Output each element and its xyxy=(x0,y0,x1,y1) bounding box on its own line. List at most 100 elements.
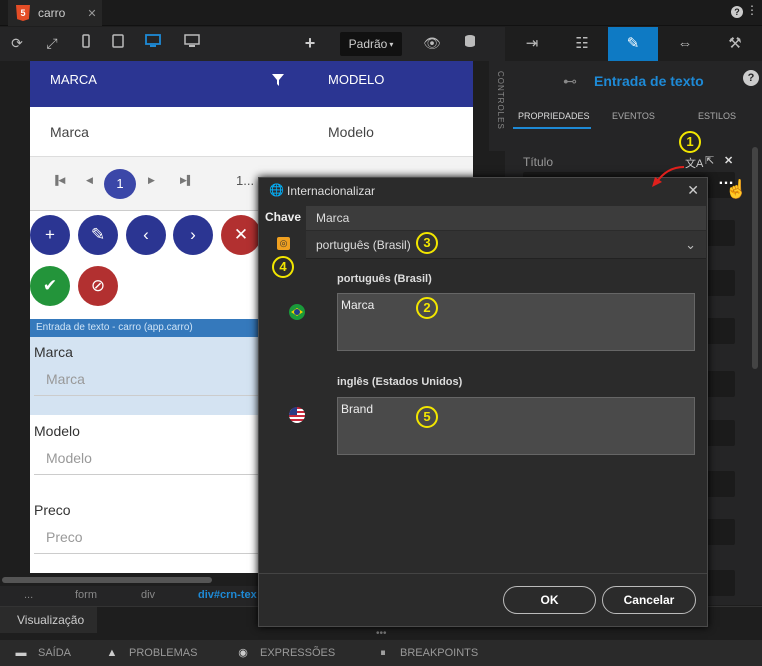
properties-subtabs: PROPRIEDADES EVENTOS ESTILOS xyxy=(505,107,762,129)
delete-button[interactable]: ✕ xyxy=(221,215,261,255)
vertical-scrollbar[interactable] xyxy=(752,147,758,369)
column-header-modelo[interactable]: MODELO xyxy=(328,72,384,87)
hand-cursor-icon: ☝ xyxy=(725,179,748,199)
tab-tree[interactable]: ☷ xyxy=(557,27,607,61)
translate-icon[interactable]: 文A xyxy=(685,155,703,171)
refresh-icon[interactable]: ⟳ xyxy=(7,33,27,53)
language-select[interactable]: português (Brasil) ⌄ xyxy=(306,231,706,259)
tab-import[interactable]: ⇥ xyxy=(507,27,557,61)
cancel-button[interactable]: ⊘ xyxy=(78,266,118,306)
tab-layout[interactable]: ⇔ xyxy=(660,27,710,61)
html5-icon: 5 xyxy=(16,5,30,21)
breadcrumb-item[interactable]: div xyxy=(141,589,155,601)
status-bar: ▬ SAÍDA ▲ PROBLEMAS ◉ EXPRESSÕES ⏸ BREAKPOIN… xyxy=(0,640,762,666)
status-problemas-label: PROBLEMAS xyxy=(129,647,198,659)
visibility-icon[interactable]: 👁 xyxy=(422,33,442,53)
next-page-icon[interactable]: ▶ xyxy=(148,175,155,186)
mobile-icon[interactable] xyxy=(76,33,96,53)
panel-tab-bar: ⇥ ☷ ✎ ⇔ ⚒ xyxy=(505,27,762,61)
controls-side-tab[interactable]: CONTROLES xyxy=(489,61,505,151)
editor-tab-bar: 5 carro ✕ ? ⋮ xyxy=(0,0,762,26)
translate-icon: 🌐 xyxy=(269,183,284,197)
lang-label-pt: português (Brasil) xyxy=(337,273,432,285)
tab-styles[interactable]: ESTILOS xyxy=(698,111,736,121)
prev-record-button[interactable]: ‹ xyxy=(126,215,166,255)
translation-textarea-pt[interactable]: Marca xyxy=(337,293,695,351)
database-icon[interactable] xyxy=(460,33,480,53)
breadcrumb-item[interactable]: form xyxy=(75,589,97,601)
ok-button[interactable]: OK xyxy=(503,586,596,614)
tab-edit[interactable]: ✎ xyxy=(608,27,658,61)
input-marca[interactable]: Marca xyxy=(46,371,85,387)
cancel-dialog-button[interactable]: Cancelar xyxy=(602,586,696,614)
fullscreen-icon[interactable]: ⤢ xyxy=(42,33,62,53)
monitor-icon[interactable] xyxy=(182,33,202,53)
chevron-down-icon: ▾ xyxy=(389,39,394,49)
prev-page-icon[interactable]: ◀ xyxy=(86,175,93,186)
status-problemas[interactable]: ▲ PROBLEMAS xyxy=(105,640,198,666)
help-icon[interactable]: ? xyxy=(731,6,743,18)
clear-icon[interactable]: ✕ xyxy=(724,154,733,167)
tablet-icon[interactable] xyxy=(108,33,128,53)
internationalize-dialog: 🌐 Internacionalizar ✕ Chave Marca ◎ port… xyxy=(258,177,708,627)
external-link-icon[interactable]: ⇱ xyxy=(705,154,714,167)
table-row[interactable]: Marca Modelo xyxy=(30,107,473,157)
status-breakpoints[interactable]: ⏸ BREAKPOINTS xyxy=(376,640,478,666)
page-number-button[interactable]: 1 xyxy=(104,169,136,199)
status-expressoes[interactable]: ◉ EXPRESSÕES xyxy=(236,640,335,666)
active-tab-indicator xyxy=(513,127,591,129)
last-page-icon[interactable]: ▶▌ xyxy=(180,175,193,186)
scrollbar-thumb[interactable] xyxy=(2,577,212,583)
first-page-icon[interactable]: ▐◀ xyxy=(52,175,65,186)
column-header-marca[interactable]: MARCA xyxy=(50,72,97,87)
callout-marker: 3 xyxy=(416,232,438,254)
callout-marker: 4 xyxy=(272,256,294,278)
field-label-modelo: Modelo xyxy=(34,423,80,439)
edit-button[interactable]: ✎ xyxy=(78,215,118,255)
tab-properties[interactable]: PROPRIEDADES xyxy=(518,111,590,121)
tab-tools[interactable]: ⚒ xyxy=(710,27,760,61)
tab-visualizacao-label: Visualização xyxy=(17,613,85,627)
input-preco[interactable]: Preco xyxy=(46,529,83,545)
language-icon[interactable]: ◎ xyxy=(277,237,290,250)
close-icon[interactable]: ✕ xyxy=(687,182,699,199)
close-tab-icon[interactable]: ✕ xyxy=(87,7,96,20)
component-title: Entrada de texto xyxy=(594,73,704,89)
brazil-flag-icon xyxy=(289,304,305,320)
status-breakpoints-label: BREAKPOINTS xyxy=(400,647,479,659)
page-size-select[interactable]: 1... xyxy=(236,173,254,188)
dialog-title-bar: 🌐 Internacionalizar ✕ xyxy=(259,178,707,204)
cell-marca: Marca xyxy=(50,124,89,140)
file-tab-carro[interactable]: 5 carro ✕ xyxy=(8,0,102,26)
usa-flag-icon xyxy=(289,407,305,423)
translation-textarea-en[interactable]: Brand xyxy=(337,397,695,455)
breadcrumb-item[interactable]: ... xyxy=(24,589,33,601)
add-button[interactable]: + xyxy=(30,215,70,255)
next-record-button[interactable]: › xyxy=(173,215,213,255)
key-label: Chave xyxy=(265,210,302,224)
red-arrow-icon xyxy=(652,166,685,187)
breadcrumb-item[interactable]: div#crn-tex xyxy=(198,589,257,601)
theme-dropdown[interactable]: Padrão ▾ xyxy=(340,32,402,56)
eye-icon: ◉ xyxy=(238,647,248,659)
filter-icon[interactable] xyxy=(272,74,284,89)
save-button[interactable]: ✔ xyxy=(30,266,70,306)
tab-events[interactable]: EVENTOS xyxy=(612,111,655,121)
chevron-down-icon: ⌄ xyxy=(685,237,696,252)
output-icon: ▬ xyxy=(15,647,27,659)
field-label-marca: Marca xyxy=(34,344,73,360)
theme-dropdown-label: Padrão xyxy=(348,37,388,51)
tab-visualizacao[interactable]: Visualização xyxy=(0,607,97,633)
key-input[interactable]: Marca xyxy=(306,206,706,230)
grid-header: MARCA MODELO xyxy=(30,61,473,107)
resize-handle-icon[interactable]: ••• xyxy=(376,628,387,639)
status-saida[interactable]: ▬ SAÍDA xyxy=(14,640,72,666)
field-label-preco: Preco xyxy=(34,502,71,518)
desktop-icon[interactable] xyxy=(143,33,163,53)
cell-modelo: Modelo xyxy=(328,124,374,140)
help-icon[interactable]: ? xyxy=(743,70,759,86)
add-icon[interactable]: + xyxy=(300,33,320,53)
more-menu-icon[interactable]: ⋮ xyxy=(746,3,758,17)
dialog-divider xyxy=(259,573,707,574)
input-modelo[interactable]: Modelo xyxy=(46,450,92,466)
